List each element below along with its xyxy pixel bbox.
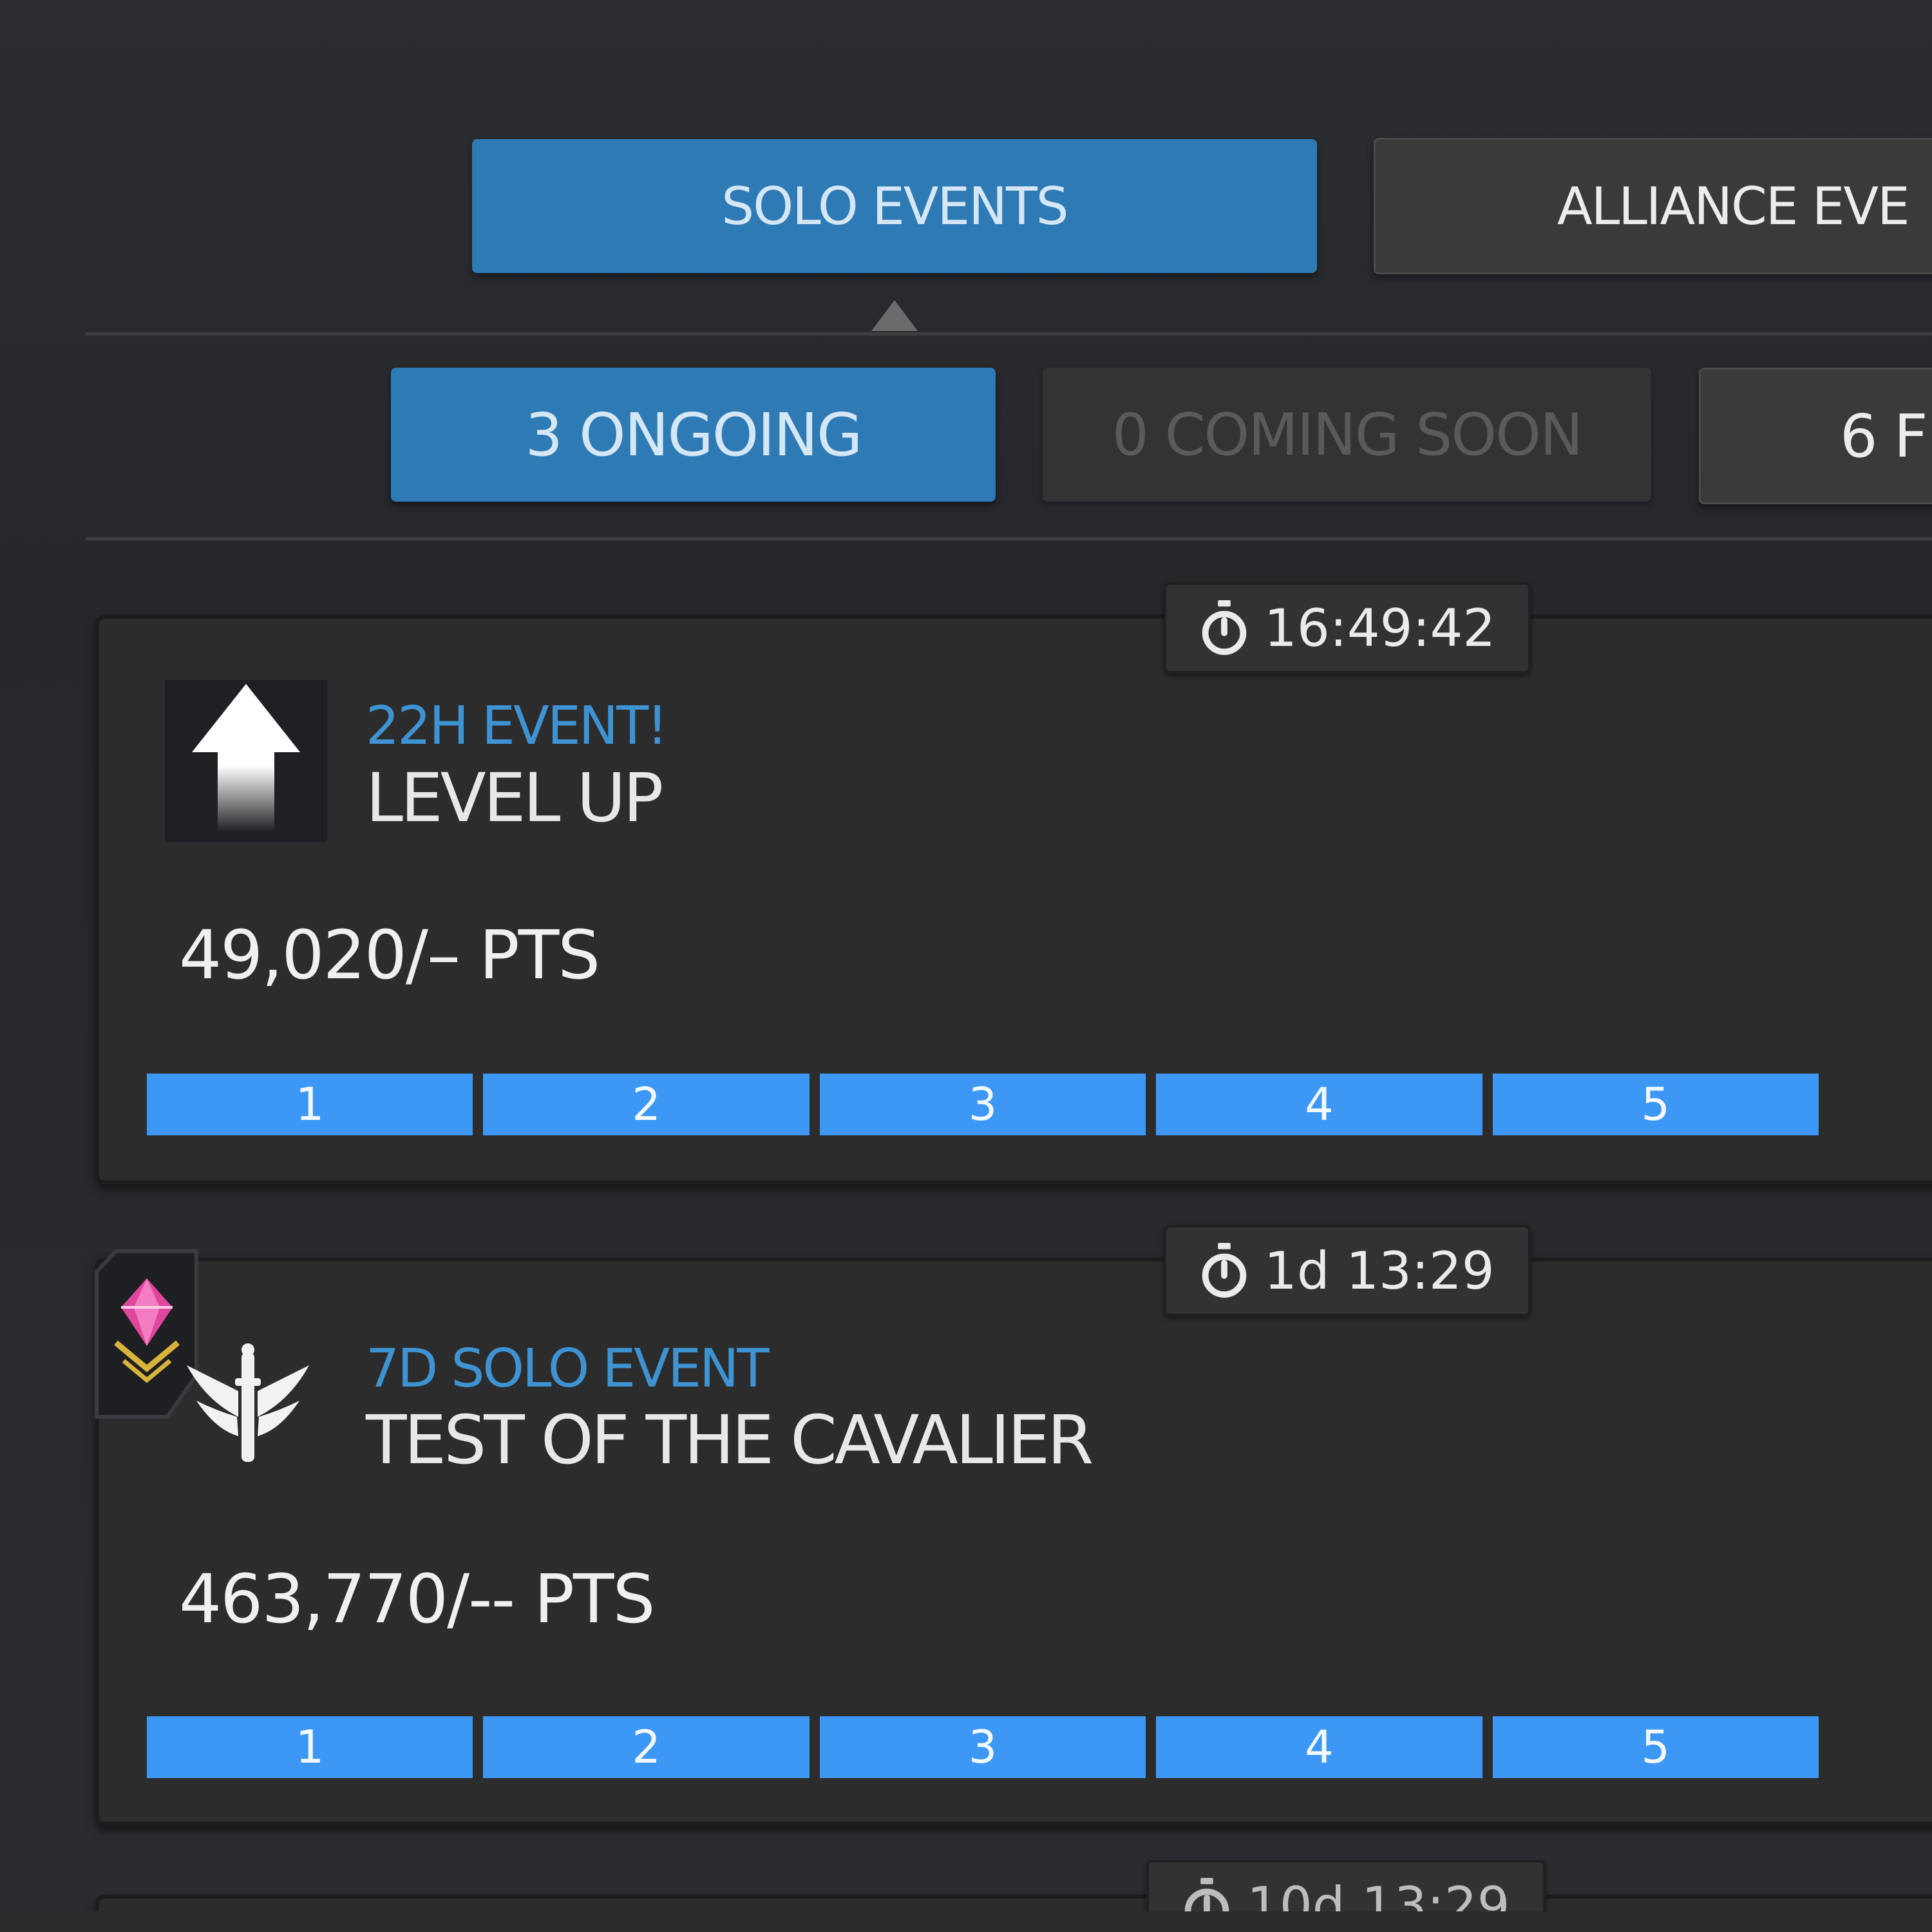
- milestone-tier[interactable]: 5: [1492, 1716, 1819, 1778]
- milestone-tier[interactable]: 1: [147, 1716, 473, 1778]
- event-subtitle: 22H EVENT!: [366, 696, 668, 757]
- milestone-tier[interactable]: 3: [819, 1074, 1146, 1135]
- event-points: 49,020/– PTS: [179, 916, 600, 994]
- stopwatch-icon: [1202, 600, 1247, 656]
- tab-coming-soon: 0 COMING SOON: [1043, 368, 1651, 502]
- cavalier-sword-icon: [187, 1343, 309, 1462]
- tab-alliance-events[interactable]: ALLIANCE EVE: [1374, 138, 1932, 274]
- event-points: 463,770/-- PTS: [179, 1560, 655, 1638]
- divider-top: [86, 332, 1932, 336]
- event-subtitle: 7D SOLO EVENT: [366, 1338, 769, 1399]
- event-timer-text: 16:49:42: [1264, 598, 1496, 658]
- event-timer-text: 1d 13:29: [1264, 1240, 1495, 1301]
- milestone-tier[interactable]: 2: [483, 1716, 810, 1778]
- divider-bottom: [86, 537, 1932, 540]
- events-screen: SOLO EVENTS ALLIANCE EVE 3 ONGOING 0 COM…: [0, 0, 1932, 1932]
- tab-solo-events[interactable]: SOLO EVENTS: [472, 139, 1317, 273]
- event-title: TEST OF THE CAVALIER: [366, 1401, 1094, 1479]
- milestone-tiers: 1 2 3 4 5: [147, 1074, 1819, 1135]
- active-tab-caret-icon: [871, 300, 918, 331]
- milestone-tier[interactable]: 4: [1156, 1074, 1482, 1135]
- level-up-arrow-icon: [165, 680, 327, 842]
- screen-bottom-edge: [0, 1911, 1932, 1932]
- event-timer: 16:49:42: [1164, 582, 1531, 674]
- milestone-tiers: 1 2 3 4 5: [147, 1716, 1819, 1778]
- milestone-tier[interactable]: 2: [483, 1074, 810, 1135]
- milestone-tier[interactable]: 3: [819, 1716, 1146, 1778]
- event-timer: 1d 13:29: [1164, 1225, 1531, 1316]
- stopwatch-icon: [1202, 1242, 1247, 1298]
- milestone-tier[interactable]: 1: [147, 1074, 473, 1135]
- tab-finished[interactable]: 6 F: [1699, 368, 1932, 504]
- tab-ongoing[interactable]: 3 ONGOING: [391, 368, 996, 502]
- milestone-tier[interactable]: 4: [1156, 1716, 1482, 1778]
- event-title: LEVEL UP: [366, 759, 663, 837]
- milestone-tier[interactable]: 5: [1492, 1074, 1819, 1135]
